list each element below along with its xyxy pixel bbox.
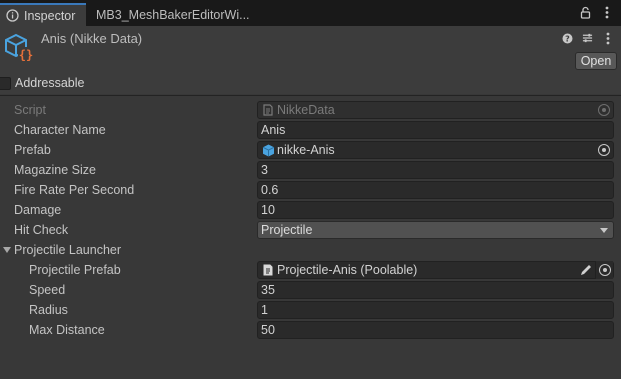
open-button[interactable]: Open — [575, 52, 617, 70]
speed-label: Speed — [29, 283, 66, 297]
script-icon — [261, 263, 275, 277]
svg-text:?: ? — [565, 34, 570, 43]
script-icon — [261, 103, 275, 117]
damage-label: Damage — [14, 203, 62, 217]
object-picker-icon[interactable] — [598, 144, 610, 156]
fire-rate-value: 0.6 — [261, 183, 279, 197]
kebab-menu-icon[interactable] — [601, 5, 613, 19]
header-divider — [0, 95, 621, 96]
help-icon[interactable]: ? — [562, 31, 573, 45]
script-field: NikkeData — [257, 101, 614, 119]
prefab-value: nikke-Anis — [277, 143, 335, 157]
script-label: Script — [14, 103, 46, 117]
addressable-row: Addressable — [0, 74, 621, 94]
dropdown-arrow-icon — [600, 228, 608, 233]
damage-value: 10 — [261, 203, 275, 217]
prefab-label: Prefab — [14, 143, 51, 157]
projectile-prefab-field[interactable]: Projectile-Anis (Poolable) — [257, 261, 614, 279]
radius-input[interactable]: 1 — [257, 301, 614, 319]
projectile-prefab-label: Projectile Prefab — [29, 263, 121, 277]
hit-check-label: Hit Check — [14, 223, 69, 237]
speed-value: 35 — [261, 283, 275, 297]
prefab-field[interactable]: nikke-Anis — [257, 141, 614, 159]
tab-label: MB3_MeshBakerEditorWi... — [96, 7, 250, 22]
character-name-input[interactable]: Anis — [257, 121, 614, 139]
scriptable-object-icon: {} — [4, 32, 36, 64]
max-distance-label: Max Distance — [29, 323, 105, 337]
radius-label: Radius — [29, 303, 68, 317]
object-picker-icon — [598, 264, 611, 276]
character-name-value: Anis — [261, 123, 286, 137]
magazine-size-value: 3 — [261, 163, 268, 177]
prefab-cube-icon — [261, 143, 275, 157]
svg-text:{}: {} — [19, 48, 33, 62]
magazine-size-label: Magazine Size — [14, 163, 96, 177]
addressable-label: Addressable — [15, 76, 85, 90]
fire-rate-label: Fire Rate Per Second — [14, 183, 135, 197]
script-value: NikkeData — [277, 103, 335, 117]
object-picker-icon — [598, 104, 610, 116]
damage-input[interactable]: 10 — [257, 201, 614, 219]
projectile-launcher-foldout[interactable]: Projectile Launcher — [14, 241, 121, 259]
max-distance-input[interactable]: 50 — [257, 321, 614, 339]
magazine-size-input[interactable]: 3 — [257, 161, 614, 179]
header-tools: ? — [562, 31, 613, 45]
tab-inspector[interactable]: Inspector — [0, 3, 86, 26]
object-title: Anis (Nikke Data) — [41, 31, 143, 46]
foldout-arrow-icon[interactable] — [3, 247, 11, 253]
hit-check-value: Projectile — [261, 223, 313, 237]
fire-rate-input[interactable]: 0.6 — [257, 181, 614, 199]
info-icon — [4, 8, 20, 24]
tab-tools — [579, 5, 613, 19]
presets-icon[interactable] — [582, 31, 593, 45]
addressable-checkbox[interactable] — [0, 77, 11, 90]
max-distance-value: 50 — [261, 323, 275, 337]
kebab-menu-icon[interactable] — [602, 31, 613, 45]
tab-meshbaker-editor[interactable]: MB3_MeshBakerEditorWi... — [90, 3, 260, 26]
projectile-prefab-value: Projectile-Anis (Poolable) — [277, 263, 418, 277]
radius-value: 1 — [261, 303, 268, 317]
inspector-header: {} Anis (Nikke Data) ? Open — [0, 26, 621, 74]
object-picker-button[interactable] — [595, 261, 613, 279]
character-name-label: Character Name — [14, 123, 106, 137]
lock-icon[interactable] — [579, 5, 591, 19]
hit-check-dropdown[interactable]: Projectile — [257, 221, 614, 239]
tab-bar: Inspector MB3_MeshBakerEditorWi... — [0, 0, 621, 26]
speed-input[interactable]: 35 — [257, 281, 614, 299]
pencil-edit-icon[interactable] — [579, 263, 593, 277]
tab-label: Inspector — [24, 8, 76, 23]
